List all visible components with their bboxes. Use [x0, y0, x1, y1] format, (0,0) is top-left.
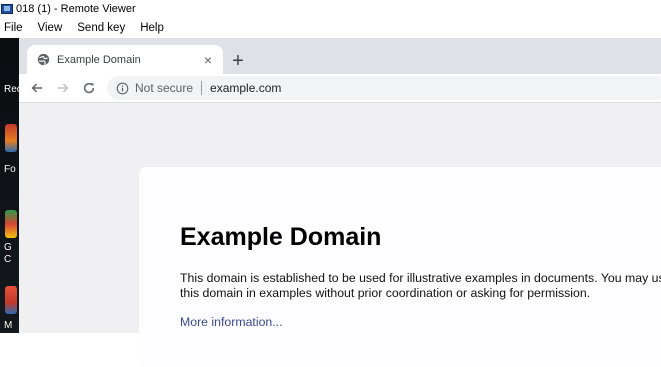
- page-viewport: Example Domain This domain is establishe…: [19, 103, 661, 367]
- desktop-icon-browser[interactable]: [5, 210, 17, 238]
- globe-icon: [36, 53, 50, 67]
- tab-example-domain[interactable]: Example Domain ×: [27, 45, 223, 74]
- desktop-icon-folder[interactable]: [5, 124, 17, 152]
- desktop-icon-label: M: [4, 320, 13, 331]
- remote-viewer-menubar: File View Send key Help: [0, 18, 661, 38]
- desktop-icon-label: Fo: [4, 164, 16, 175]
- info-icon[interactable]: [115, 81, 129, 95]
- desktop-icon-app[interactable]: [5, 286, 17, 314]
- guest-display[interactable]: Rec Fo G C M Example Domain × +: [0, 38, 661, 367]
- menu-help[interactable]: Help: [140, 22, 164, 34]
- guest-desktop-strip: Rec Fo G C M: [0, 38, 19, 333]
- window-title: 018 (1) - Remote Viewer: [16, 3, 136, 15]
- remote-viewer-app-icon: [1, 4, 13, 14]
- more-information-link[interactable]: More information...: [180, 315, 283, 329]
- browser-window: Example Domain × + Not secure example.co…: [19, 38, 661, 367]
- menu-file[interactable]: File: [4, 22, 23, 34]
- desktop-icon-label: Rec: [4, 84, 19, 95]
- menu-view[interactable]: View: [38, 22, 63, 34]
- new-tab-button[interactable]: +: [227, 50, 249, 72]
- desktop-icon-label: C: [4, 254, 12, 265]
- omnibox-divider: [201, 81, 203, 95]
- reload-icon[interactable]: [79, 78, 99, 98]
- url-text[interactable]: example.com: [210, 81, 281, 95]
- remote-viewer-titlebar: 018 (1) - Remote Viewer: [0, 0, 661, 18]
- menu-send-key[interactable]: Send key: [77, 22, 125, 34]
- address-bar[interactable]: Not secure example.com: [107, 76, 661, 100]
- security-status-label[interactable]: Not secure: [135, 81, 193, 95]
- close-icon[interactable]: ×: [200, 52, 216, 68]
- tab-title: Example Domain: [57, 53, 141, 66]
- tab-strip: Example Domain × +: [19, 38, 661, 74]
- desktop-icon-label: G: [4, 242, 12, 253]
- content-card: Example Domain This domain is establishe…: [139, 167, 661, 367]
- back-arrow-icon[interactable]: [27, 78, 47, 98]
- forward-arrow-icon[interactable]: [53, 78, 73, 98]
- page-heading: Example Domain: [180, 223, 382, 251]
- page-paragraph: This domain is established to be used fo…: [180, 271, 661, 300]
- browser-toolbar: Not secure example.com: [19, 74, 661, 103]
